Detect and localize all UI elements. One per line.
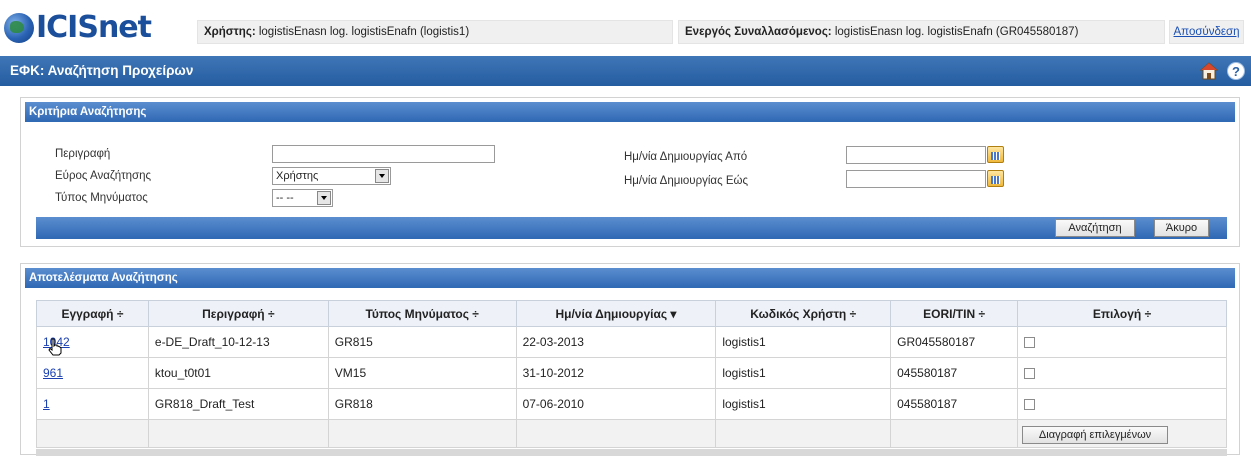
row-select-checkbox[interactable] [1024,337,1036,349]
results-table: Εγγραφή ÷ Περιγραφή ÷ Τύπος Μηνύματος ÷ … [36,300,1227,448]
app-logo: ICISnet [4,10,152,46]
col-header-select[interactable]: Επιλογή ÷ [1017,300,1227,327]
cell-date: 22-03-2013 [515,326,717,358]
description-label: Περιγραφή [55,148,111,160]
row-select-checkbox[interactable] [1024,399,1036,411]
description-input[interactable] [272,145,495,163]
cell-message-type: VM15 [327,357,517,389]
search-scope-label: Εύρος Αναζήτησης [55,170,152,182]
search-criteria-panel: Κριτήρια Αναζήτησης Περιγραφή Εύρος Αναζ… [20,97,1240,247]
delete-selected-button[interactable]: Διαγραφή επιλεγμένων [1022,425,1169,444]
cell-eori: 045580187 [890,357,1019,389]
cell-eori: GR045580187 [890,326,1019,358]
col-header-description[interactable]: Περιγραφή ÷ [147,300,329,327]
page-title-bar: ΕΦΚ: Αναζήτηση Προχείρων ? [0,56,1251,86]
search-scope-select[interactable]: Χρήστης [272,167,391,185]
date-from-input[interactable] [846,146,986,164]
calendar-icon[interactable] [987,146,1004,163]
horizontal-scrollbar[interactable] [36,449,1227,456]
trader-label: Ενεργός Συναλλασόμενος: [685,26,832,38]
table-footer-row: Διαγραφή επιλεγμένων [36,419,1227,448]
message-type-label: Τύπος Μηνύματος [55,192,148,204]
cell-user: logistis1 [715,357,892,389]
date-to-label: Ημ/νία Δημιουργίας Εώς [624,175,749,187]
criteria-heading: Κριτήρια Αναζήτησης [25,102,1235,122]
cell-user: logistis1 [715,388,892,420]
record-link[interactable]: 1 [43,397,50,411]
globe-logo-icon [4,13,34,43]
col-header-record[interactable]: Εγγραφή ÷ [36,300,149,327]
message-type-value: -- -- [276,192,294,204]
cell-date: 07-06-2010 [515,388,717,420]
home-icon[interactable] [1200,62,1218,80]
cancel-button[interactable]: Άκυρο [1154,219,1209,237]
col-header-created-date[interactable]: Ημ/νία Δημιουργίας ▾ [515,300,717,327]
date-from-label: Ημ/νία Δημιουργίας Από [624,151,748,163]
cell-message-type: GR818 [327,388,517,420]
calendar-icon[interactable] [987,170,1004,187]
trader-value: logistisEnasn log. logistisEnafn (GR0455… [834,26,1079,38]
search-button[interactable]: Αναζήτηση [1055,219,1135,237]
dropdown-arrow-icon[interactable] [375,169,389,183]
table-header-row: Εγγραφή ÷ Περιγραφή ÷ Τύπος Μηνύματος ÷ … [36,300,1227,327]
top-bar: ICISnet Χρήστης: logistisEnasn log. logi… [0,0,1251,52]
col-header-eori-tin[interactable]: EORI/TIN ÷ [890,300,1019,327]
row-select-checkbox[interactable] [1024,368,1036,380]
table-row: 1042 e-DE_Draft_10-12-13 GR815 22-03-201… [36,326,1227,358]
search-results-panel: Αποτελέσματα Αναζήτησης Εγγραφή ÷ Περιγρ… [20,263,1240,456]
hand-cursor-icon [48,338,62,356]
table-row: 961 ktou_t0t01 VM15 31-10-2012 logistis1… [36,357,1227,389]
results-heading: Αποτελέσματα Αναζήτησης [25,268,1235,288]
page-title: ΕΦΚ: Αναζήτηση Προχείρων [10,63,194,78]
cell-user: logistis1 [715,326,892,358]
col-header-message-type[interactable]: Τύπος Μηνύματος ÷ [327,300,517,327]
help-icon[interactable]: ? [1227,62,1245,80]
cell-description: GR818_Draft_Test [147,388,329,420]
active-trader-box: Ενεργός Συναλλασόμενος: logistisEnasn lo… [678,20,1165,44]
col-header-user-code[interactable]: Κωδικός Χρήστη ÷ [715,300,892,327]
cell-description: e-DE_Draft_10-12-13 [147,326,329,358]
message-type-select[interactable]: -- -- [272,189,333,207]
cell-message-type: GR815 [327,326,517,358]
user-value: logistisEnasn log. logistisEnafn (logist… [258,26,470,38]
dropdown-arrow-icon[interactable] [317,191,331,205]
cell-description: ktou_t0t01 [147,357,329,389]
table-row: 1 GR818_Draft_Test GR818 07-06-2010 logi… [36,388,1227,420]
logout-link[interactable]: Αποσύνδεση [1169,20,1244,44]
cell-eori: 045580187 [890,388,1019,420]
date-to-input[interactable] [846,170,986,188]
criteria-actions-bar: Αναζήτηση Άκυρο [36,217,1227,239]
cell-date: 31-10-2012 [515,357,717,389]
current-user-box: Χρήστης: logistisEnasn log. logistisEnaf… [197,20,673,44]
user-label: Χρήστης: [204,26,256,38]
logo-text: ICISnet [36,10,152,45]
record-link[interactable]: 961 [43,366,63,380]
search-scope-value: Χρήστης [276,170,319,182]
